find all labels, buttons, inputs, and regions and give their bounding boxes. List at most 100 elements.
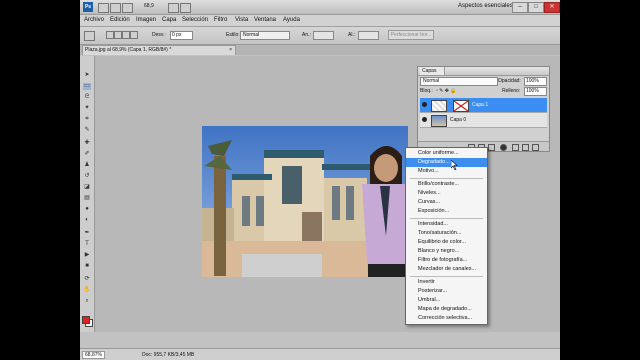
menu-item-degradado[interactable]: Degradado... [406,158,487,167]
feather-input[interactable]: 0 px [170,31,193,40]
maximize-button[interactable]: □ [528,2,544,13]
history-brush-icon[interactable]: ↺ [83,173,91,180]
style-label: Estilo: [226,32,240,38]
arrange-documents-icon[interactable] [168,3,179,13]
lock-icons[interactable]: ▫ ✎ ✥ 🔒 [436,88,457,94]
menu-item-niveles[interactable]: Niveles... [406,189,487,198]
layer-name: Capa 1 [472,102,489,108]
layer-mask-thumbnail[interactable] [453,100,469,112]
width-input[interactable] [313,31,334,40]
zoom-tool-icon[interactable]: ⌕ [83,298,91,305]
height-input[interactable] [358,31,379,40]
blur-tool-icon[interactable]: ● [83,206,91,213]
fill-input[interactable]: 100% [524,87,547,96]
minibridge-icon[interactable] [110,3,121,13]
menu-item-equilibrio-color[interactable]: Equilibrio de color... [406,238,487,247]
refine-edge-button[interactable]: Perfeccionar bor... [388,30,434,40]
lock-label: Bloq.: [420,88,433,94]
menu-item-filtro-fotografia[interactable]: Filtro de fotografía... [406,256,487,265]
menu-imagen[interactable]: Imagen [136,17,156,23]
menu-item-motivo[interactable]: Motivo... [406,167,487,176]
intersect-selection-icon[interactable] [130,31,138,39]
visibility-eye-icon[interactable] [422,117,427,122]
add-mask-icon[interactable] [488,144,495,151]
layers-panel-header: Capas [418,67,549,76]
clone-stamp-icon[interactable]: ♟ [83,162,91,169]
menu-item-brillo-contraste[interactable]: Brillo/contraste... [406,180,487,189]
layer-name: Capa 0 [450,117,467,123]
move-tool-icon[interactable]: ➤ [83,72,91,79]
path-selection-icon[interactable]: ▶ [83,252,91,259]
style-select[interactable]: Normal [240,31,290,40]
subtract-selection-icon[interactable] [122,31,130,39]
layers-blend-row: Normal Opacidad: 100% [420,77,547,86]
layer-row-capa-1[interactable]: Capa 1 [420,98,547,113]
menu-item-curvas[interactable]: Curvas... [406,198,487,207]
eraser-tool-icon[interactable]: ◪ [83,184,91,191]
foreground-color-swatch[interactable] [82,316,90,324]
new-layer-icon[interactable] [522,144,529,151]
marquee-tool-icon[interactable] [84,31,95,41]
menu-seleccion[interactable]: Selección [182,17,208,23]
magic-wand-icon[interactable]: ✦ [83,105,91,112]
close-button[interactable]: ✕ [544,2,560,13]
trash-icon[interactable] [532,144,539,151]
menu-filtro[interactable]: Filtro [214,17,227,23]
menu-bar: Archivo Edición Imagen Capa Selección Fi… [80,15,560,27]
menu-item-invertir[interactable]: Invertir [406,278,487,287]
shape-tool-icon[interactable]: ■ [83,263,91,270]
eyedropper-icon[interactable]: ✎ [83,127,91,134]
menu-item-blanco-negro[interactable]: Blanco y negro... [406,247,487,256]
menu-item-intensidad[interactable]: Intensidad... [406,220,487,229]
document-tab[interactable]: Plaza.jpg al 68,9% (Capa 1, RGB/8#) * × [82,45,236,55]
bridge-icon[interactable] [98,3,109,13]
visibility-eye-icon[interactable] [422,102,427,107]
menu-separator [410,218,483,219]
menu-item-posterizar[interactable]: Posterizar... [406,287,487,296]
adjustment-layer-icon[interactable] [500,144,507,151]
screen-mode-icon[interactable] [180,3,191,13]
workspace-switcher[interactable]: Aspectos esenciales [458,3,513,9]
close-tab-icon[interactable]: × [229,46,232,55]
hand-tool-icon[interactable] [122,3,133,13]
menu-item-color-uniforme[interactable]: Color uniforme... [406,149,487,158]
opacity-input[interactable]: 100% [524,77,547,86]
layer-row-capa-0[interactable]: Capa 0 [420,113,547,128]
crop-tool-icon[interactable]: ⌗ [83,116,91,123]
type-tool-icon[interactable]: T [83,241,91,248]
dodge-tool-icon[interactable]: ◐ [83,217,91,224]
blend-mode-select[interactable]: Normal [420,77,498,86]
gradient-tool-icon[interactable]: ▤ [83,195,91,202]
menu-item-tono-saturacion[interactable]: Tono/saturación... [406,229,487,238]
document-canvas-image[interactable] [202,126,408,277]
menu-vista[interactable]: Vista [235,17,248,23]
brush-tool-icon[interactable]: ✐ [83,151,91,158]
healing-brush-icon[interactable]: ✚ [83,140,91,147]
menu-item-mezclador-canales[interactable]: Mezclador de canales... [406,265,487,274]
menu-edicion[interactable]: Edición [110,17,130,23]
menu-archivo[interactable]: Archivo [84,17,104,23]
layer-thumbnail [431,115,447,127]
minimize-button[interactable]: – [512,2,528,13]
zoom-level[interactable]: 68,9 [144,3,154,9]
status-zoom[interactable]: 68,87% [82,351,105,359]
layers-tab[interactable]: Capas [420,67,445,75]
menu-item-umbral[interactable]: Umbral... [406,296,487,305]
menu-item-mapa-degradado[interactable]: Mapa de degradado... [406,305,487,314]
pen-tool-icon[interactable]: ✒ [83,230,91,237]
add-selection-icon[interactable] [114,31,122,39]
lasso-tool-icon[interactable]: ᘓ [83,94,91,101]
hand-tool-icon[interactable]: ✋ [83,287,91,294]
menu-item-correccion-selectiva[interactable]: Corrección selectiva... [406,314,487,323]
tools-panel: ➤ ▭ ᘓ ✦ ⌗ ✎ ✚ ✐ ♟ ↺ ◪ ▤ ● ◐ ✒ T ▶ ■ ⟳ ✋ … [80,56,95,332]
document-tab-bar: Plaza.jpg al 68,9% (Capa 1, RGB/8#) * × [80,45,560,55]
menu-separator [410,178,483,179]
menu-ayuda[interactable]: Ayuda [283,17,300,23]
rectangular-marquee-icon[interactable]: ▭ [83,83,91,90]
menu-item-exposicion[interactable]: Exposición... [406,207,487,216]
menu-capa[interactable]: Capa [162,17,176,23]
new-group-icon[interactable] [512,144,519,151]
new-selection-icon[interactable] [106,31,114,39]
3d-rotate-icon[interactable]: ⟳ [83,276,91,283]
menu-ventana[interactable]: Ventana [254,17,276,23]
